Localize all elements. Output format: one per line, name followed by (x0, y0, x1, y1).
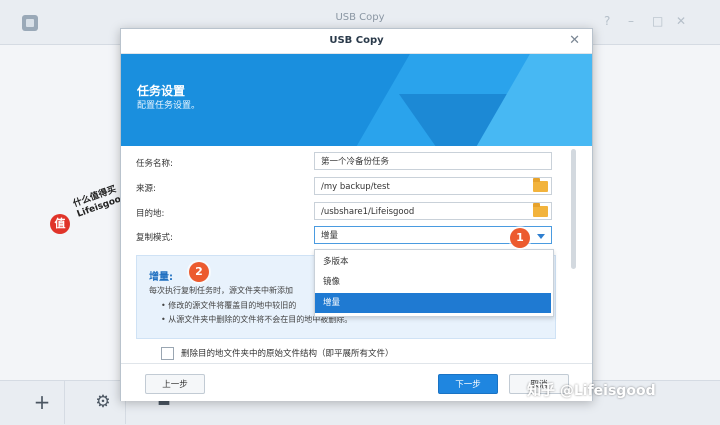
flatten-checkbox-label: 删除目的地文件夹中的原始文件结构（即平展所有文件） (181, 349, 394, 359)
usb-copy-app-icon (22, 15, 38, 31)
info-bullet: • 修改的源文件将覆盖目的地中较旧的 (161, 301, 297, 310)
form-scrollbar[interactable] (571, 149, 576, 269)
usb-copy-dialog: USB Copy ✕ 任务设置 配置任务设置。 任务名称: 第一个冷备份任务 来… (120, 28, 593, 401)
source-label: 来源: (136, 184, 156, 194)
copy-mode-label: 复制模式: (136, 233, 173, 243)
maximize-icon[interactable]: □ (652, 14, 663, 28)
dialog-banner: 任务设置 配置任务设置。 (121, 54, 592, 146)
dropdown-option-mirror[interactable]: 镜像 (315, 272, 551, 292)
close-icon[interactable]: ✕ (569, 33, 580, 48)
copy-mode-dropdown: 多版本 镜像 增量 (314, 249, 554, 317)
dialog-titlebar: USB Copy ✕ (121, 29, 592, 54)
plus-icon[interactable]: + (20, 380, 65, 424)
banner-title: 任务设置 (137, 84, 186, 98)
info-bullet-text: 修改的源文件将覆盖目的地中较旧的 (168, 301, 297, 310)
destination-label: 目的地: (136, 209, 165, 219)
watermark-logo-icon: 值 (50, 214, 70, 234)
task-name-input[interactable]: 第一个冷备份任务 (314, 152, 552, 170)
destination-value: /usbshare1/Lifeisgood (321, 207, 415, 217)
flatten-checkbox[interactable] (161, 347, 174, 360)
annotation-badge-1: 1 (510, 228, 530, 248)
info-description: 每次执行复制任务时，源文件夹中新添加 (149, 286, 293, 295)
minimize-icon[interactable]: – (628, 14, 634, 28)
help-icon[interactable]: ? (604, 14, 610, 28)
chevron-down-icon[interactable] (537, 234, 545, 239)
corner-watermark: 知乎 @Lifeisgood (527, 383, 656, 399)
window-close-icon[interactable]: ✕ (676, 14, 686, 28)
folder-icon[interactable] (533, 203, 548, 217)
info-title: 增量: (149, 272, 173, 283)
next-button[interactable]: 下一步 (438, 374, 498, 394)
source-input[interactable]: /my backup/test (314, 177, 552, 195)
previous-button[interactable]: 上一步 (145, 374, 205, 394)
folder-icon[interactable] (533, 178, 548, 192)
destination-input[interactable]: /usbshare1/Lifeisgood (314, 202, 552, 220)
copy-mode-value: 增量 (321, 231, 339, 241)
banner-subtitle: 配置任务设置。 (137, 101, 201, 111)
annotation-badge-2: 2 (189, 262, 209, 282)
dropdown-option-incremental[interactable]: 增量 (315, 293, 551, 313)
task-name-label: 任务名称: (136, 159, 173, 169)
dropdown-option-multiversion[interactable]: 多版本 (315, 252, 551, 272)
background-window-title: USB Copy (335, 12, 385, 23)
dialog-title: USB Copy (329, 35, 384, 46)
source-value: /my backup/test (321, 182, 390, 192)
